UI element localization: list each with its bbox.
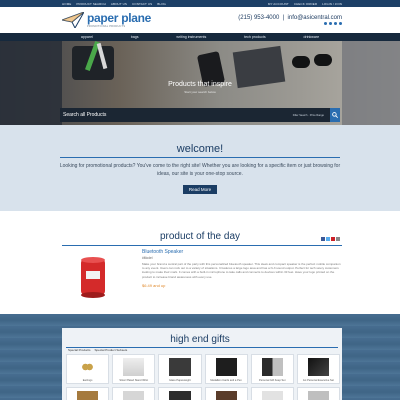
logo-tagline: PROMOTIONAL PRODUCTS [87,25,126,28]
share-email-icon[interactable] [336,237,340,241]
top-link-contact[interactable]: CONTACT US [132,2,152,6]
gift-caption: Medallion Cards and a Pen [210,379,242,382]
product-name[interactable]: Bluetooth Speaker [142,249,342,255]
gift-thumbnail [169,358,191,376]
welcome-section: welcome! Looking for promotional product… [0,125,400,211]
nav-apparel[interactable]: apparel [81,35,93,39]
sunglasses-lens-image [314,54,332,66]
tab-special-product-subsets[interactable]: Special Product Subsets [95,348,128,352]
gift-card[interactable]: Earrings [66,354,110,384]
share-twitter-icon[interactable] [326,237,330,241]
welcome-title: welcome! [176,143,224,155]
gift-caption: Jet Personal Executive Set [302,379,334,382]
gift-thumbnail [261,391,283,400]
gift-thumbnail [307,358,329,376]
gifts-grid-row-2 [66,387,340,400]
sunglasses-image [292,56,310,68]
email-address[interactable]: info@asicentral.com [288,15,342,21]
gift-thumbnail [215,358,237,376]
gift-thumbnail [77,391,99,400]
gifts-tabs: Special Products Special Product Subsets [68,348,127,352]
top-link-about[interactable]: ABOUT US [111,2,127,6]
gift-card[interactable] [112,387,156,400]
gift-card[interactable] [66,387,110,400]
gift-card[interactable]: Jet Personal Executive Set [296,354,340,384]
search-icon [332,112,338,118]
nav-bags[interactable]: bags [131,35,139,39]
gift-card[interactable] [158,387,202,400]
my-account-link[interactable]: MY ACCOUNT [268,2,289,6]
high-end-gifts-section: high end gifts Special Products Special … [0,314,400,400]
welcome-divider [60,157,340,158]
share-icons [321,237,340,241]
tab-special-products[interactable]: Special Products [68,348,91,352]
logo-name: paper plane [87,11,152,25]
contact-line: (215) 953-4000 | info@asicentral.com [238,15,342,21]
top-links: HOME PRODUCT SEARCH ABOUT US CONTACT US … [62,2,166,6]
site-header: paper plane PROMOTIONAL PRODUCTS (215) 9… [0,7,400,33]
product-sku: #Model [142,256,153,260]
hero-banner: Products that inspire Start your search … [0,41,400,125]
gift-thumbnail [261,358,283,376]
gift-card[interactable]: Medallion Cards and a Pen [204,354,248,384]
twitter-icon[interactable] [329,22,332,25]
share-facebook-icon[interactable] [321,237,325,241]
search-input[interactable]: Search all Products [63,112,293,118]
gift-caption: Personal Gift Keep Set [259,379,286,382]
product-of-the-day-section: product of the day Bluetooth Speaker #Mo… [0,211,400,314]
nav-writing-instruments[interactable]: writing instruments [176,35,206,39]
product-description: Make your brand a central part of the pa… [142,262,341,279]
nav-drinkware[interactable]: drinkware [304,35,320,39]
product-price: $6.49 and up [142,282,166,288]
welcome-text: Looking for promotional products? You've… [59,163,341,177]
search-bar[interactable]: Search all Products Filter Search · Pric… [60,108,340,122]
login-link[interactable]: LOGIN / JOIN [322,2,342,6]
gift-thumbnail [169,391,191,400]
gift-thumbnail [307,391,329,400]
gift-caption: Earrings [82,379,93,382]
search-button[interactable] [330,108,340,122]
gift-thumbnail [77,358,99,376]
top-link-home[interactable]: HOME [62,2,71,6]
top-utility-bar: HOME PRODUCT SEARCH ABOUT US CONTACT US … [0,0,400,7]
gift-card[interactable] [296,387,340,400]
speaker-product-image[interactable] [78,255,108,299]
potd-info: Bluetooth Speaker #Model Make your brand… [142,249,342,288]
gift-card[interactable]: Silver Plated Stand Wrist [112,354,156,384]
search-filter[interactable]: Filter Search · Price Range [293,114,324,117]
phone-number[interactable]: (215) 953-4000 [238,15,279,21]
potd-divider [62,245,342,246]
top-link-product-search[interactable]: PRODUCT SEARCH [76,2,106,6]
account-links: MY ACCOUNT CHECK ORDER LOGIN / JOIN [268,2,342,6]
potd-title: product of the day [159,231,241,242]
top-link-blog[interactable]: BLOG [157,2,166,6]
instagram-icon[interactable] [339,22,342,25]
gift-card[interactable]: Personal Gift Keep Set [250,354,294,384]
hero-subtitle: Start your search below [184,90,216,94]
social-icons [238,22,342,25]
gifts-title: high end gifts [170,334,230,345]
read-more-button[interactable]: Read More [182,185,218,194]
paper-plane-icon [62,12,84,28]
main-nav: apparel bags writing instruments tech pr… [0,33,400,41]
gift-card[interactable]: Glass Paperweight [158,354,202,384]
gift-thumbnail [215,391,237,400]
gift-thumbnail [123,391,145,400]
nav-tech-products[interactable]: tech products [244,35,266,39]
contact-info: (215) 953-4000 | info@asicentral.com [238,15,342,25]
gifts-grid: Earrings Silver Plated Stand Wrist Glass… [66,354,340,384]
logo-text: paper plane PROMOTIONAL PRODUCTS [87,12,151,28]
facebook-icon[interactable] [324,22,327,25]
share-pinterest-icon[interactable] [331,237,335,241]
gift-caption: Silver Plated Stand Wrist [119,379,149,382]
check-order-link[interactable]: CHECK ORDER [294,2,317,6]
gift-caption: Glass Paperweight [169,379,191,382]
gift-thumbnail [123,358,145,376]
gift-card[interactable] [250,387,294,400]
logo[interactable]: paper plane PROMOTIONAL PRODUCTS [62,12,151,28]
hero-title: Products that inspire [168,81,232,88]
pinterest-icon[interactable] [334,22,337,25]
gift-card[interactable] [204,387,248,400]
